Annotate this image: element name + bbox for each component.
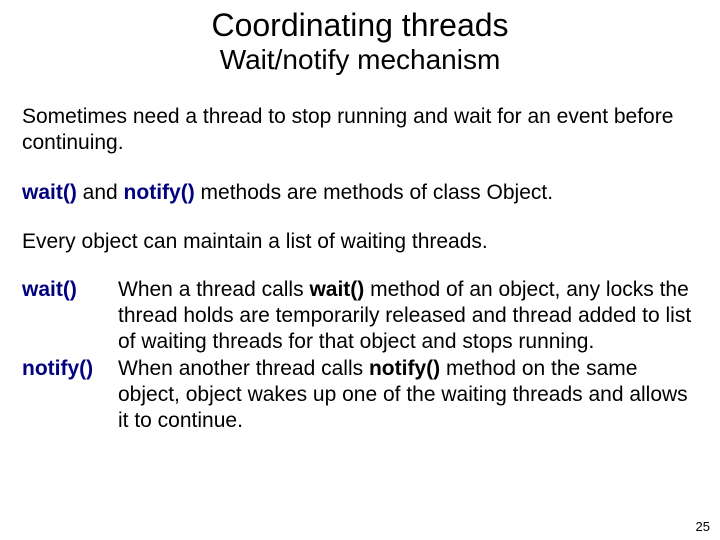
wait-description: When a thread calls wait() method of an … (118, 277, 698, 356)
slide: Coordinating threads Wait/notify mechani… (0, 0, 720, 540)
wait-desc-1: When a thread calls (118, 278, 309, 301)
intro-paragraph: Sometimes need a thread to stop running … (22, 104, 698, 157)
slide-body: Sometimes need a thread to stop running … (0, 104, 720, 435)
slide-title: Coordinating threads (0, 0, 720, 43)
wait-desc-bold: wait() (309, 278, 364, 301)
notify-desc-bold: notify() (369, 357, 440, 380)
wait-method-inline: wait() (22, 181, 77, 204)
notify-desc-1: When another thread calls (118, 357, 369, 380)
every-object-paragraph: Every object can maintain a list of wait… (22, 229, 698, 255)
slide-subtitle: Wait/notify mechanism (0, 45, 720, 76)
page-number: 25 (696, 519, 710, 534)
notify-label: notify() (22, 356, 112, 435)
text-rest: methods are methods of class Object. (195, 181, 553, 204)
notify-method-inline: notify() (124, 181, 195, 204)
definitions: wait() When a thread calls wait() method… (22, 277, 698, 435)
notify-description: When another thread calls notify() metho… (118, 356, 698, 435)
methods-paragraph: wait() and notify() methods are methods … (22, 180, 698, 206)
text-and: and (77, 181, 124, 204)
wait-label: wait() (22, 277, 112, 356)
